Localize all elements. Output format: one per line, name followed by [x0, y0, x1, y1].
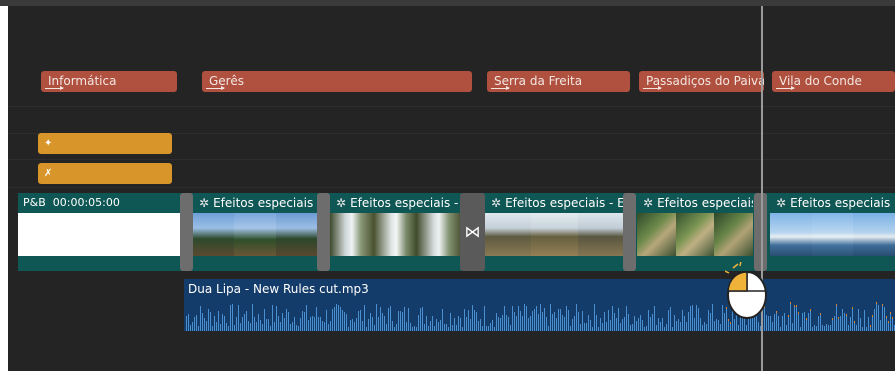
sparkle-icon: ✦: [44, 138, 53, 149]
transition-marker[interactable]: ⋈: [460, 193, 485, 271]
effects-star-icon: ✲: [336, 196, 347, 210]
effects-clip-label: Efeitos especiais - Ef: [350, 196, 461, 210]
title-clip-geres[interactable]: Gerês: [202, 71, 472, 92]
title-clip-label: Gerês: [209, 74, 244, 88]
clip-thumbnails: [330, 213, 461, 256]
effects-clip[interactable]: ✲ Efeitos especiais: [193, 193, 317, 271]
pb-clip[interactable]: P&B 00:00:05:00: [18, 193, 184, 271]
effects-star-icon: ✲: [776, 196, 787, 210]
clip-thumbnails: [770, 213, 895, 256]
overlay-clip[interactable]: ✦: [38, 133, 172, 154]
clip-thumbnails: [193, 213, 317, 256]
pb-clip-name: P&B: [23, 196, 46, 209]
effects-clip-label: Efeitos especiais: [790, 196, 891, 210]
clip-trim-handle[interactable]: [180, 193, 193, 271]
effects-clip-label: Efeitos especiais: [213, 196, 314, 210]
clip-trim-handle[interactable]: [317, 193, 330, 271]
title-clip-label: Informática: [48, 74, 117, 88]
audio-clip-name: Dua Lipa - New Rules cut.mp3: [188, 282, 369, 296]
title-clip-passadicos-do-paiva[interactable]: Passadiços do Paiva: [639, 71, 764, 92]
clip-thumbnails: [637, 213, 753, 256]
timeline-panel[interactable]: Informática Gerês Serra da Freita Passad…: [8, 6, 895, 371]
title-arrow-icon: [206, 86, 225, 90]
effects-star-icon: ✲: [491, 196, 502, 210]
title-arrow-icon: [45, 86, 64, 90]
title-clip-serra-da-freita[interactable]: Serra da Freita: [487, 71, 630, 92]
effects-clip-label: Efeitos especiais - E: [505, 196, 624, 210]
pb-clip-preview: [18, 213, 184, 256]
figure-icon: ✗: [44, 168, 53, 179]
effects-clip[interactable]: ✲ Efeitos especiais: [770, 193, 895, 271]
effects-clip[interactable]: ✲Efeitos especiais - Ef: [330, 193, 461, 271]
effects-clip[interactable]: ✲ Efeitos especiais - E: [485, 193, 624, 271]
mouse-click-icon: [725, 262, 767, 319]
audio-waveform: [186, 302, 895, 331]
title-arrow-icon: [776, 86, 795, 90]
audio-clip[interactable]: Dua Lipa - New Rules cut.mp3: [184, 279, 895, 331]
title-clip-vila-do-conde[interactable]: Vila do Conde: [772, 71, 895, 92]
clip-trim-handle[interactable]: [623, 193, 636, 271]
effects-star-icon: ✲: [643, 196, 654, 210]
pb-clip-header: P&B 00:00:05:00: [18, 193, 184, 213]
pb-clip-duration: 00:00:05:00: [52, 196, 120, 209]
title-clip-label: Passadiços do Paiva: [646, 74, 764, 88]
overlay-clip[interactable]: ✗: [38, 163, 172, 184]
effects-clip-label: Efeitos especiais: [657, 196, 753, 210]
effects-clip[interactable]: ✲ Efeitos especiais: [637, 193, 753, 271]
title-arrow-icon: [643, 86, 662, 90]
bowtie-icon: ⋈: [464, 222, 481, 241]
title-clip-informatica[interactable]: Informática: [41, 71, 177, 92]
effects-star-icon: ✲: [199, 196, 210, 210]
clip-thumbnails: [485, 213, 624, 256]
title-arrow-icon: [491, 86, 510, 90]
